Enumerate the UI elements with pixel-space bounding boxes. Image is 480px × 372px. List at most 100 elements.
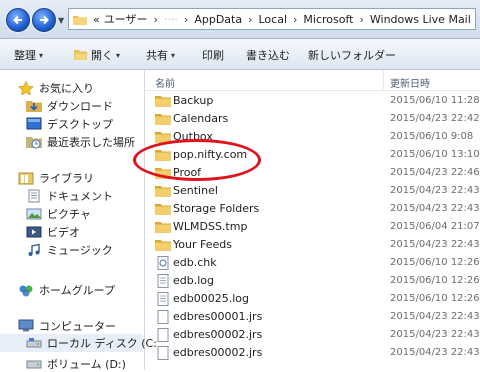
new-folder-label: 新しいフォルダー: [308, 49, 396, 62]
nav-libraries-label: ライブラリ: [39, 172, 94, 185]
share-button[interactable]: 共有 ▾: [146, 47, 175, 63]
desktop-icon: [26, 117, 42, 130]
music-icon: [28, 243, 40, 256]
breadcrumb-separator[interactable]: ›: [150, 13, 162, 26]
nav-videos[interactable]: ビデオ: [26, 224, 80, 240]
new-folder-button[interactable]: 新しいフォルダー: [308, 47, 396, 63]
nav-documents-label: ドキュメント: [47, 190, 113, 203]
file-name: edbres00002.jrs: [173, 328, 263, 341]
file-row[interactable]: Calendars 2015/04/23 22:42: [145, 110, 480, 128]
back-button[interactable]: [6, 8, 30, 32]
nav-documents[interactable]: ドキュメント: [26, 188, 113, 204]
column-header-date[interactable]: 更新日時: [390, 75, 430, 90]
folder-icon: [73, 15, 87, 25]
nav-pictures-label: ピクチャ: [47, 208, 91, 221]
folder-icon: [155, 94, 171, 108]
dropdown-arrow-icon: ▾: [39, 50, 44, 60]
breadcrumb-microsoft[interactable]: Microsoft: [301, 13, 355, 26]
burn-label: 書き込む: [246, 49, 290, 62]
file-row[interactable]: Backup 2015/06/10 11:28: [145, 92, 480, 110]
log-file-icon: [155, 292, 171, 306]
file-name: Calendars: [173, 112, 229, 125]
nav-homegroup[interactable]: ホームグループ: [18, 282, 115, 298]
file-row[interactable]: Sentinel 2015/04/23 22:43: [145, 182, 480, 200]
breadcrumb-windows-live-mail[interactable]: Windows Live Mail: [368, 13, 473, 26]
file-date: 2015/06/10 11:28: [390, 95, 480, 106]
column-header-name[interactable]: 名前: [155, 75, 175, 90]
nav-pictures[interactable]: ピクチャ: [26, 206, 91, 222]
file-name: edbres00002.jrs: [173, 346, 263, 359]
folder-open-icon: [74, 50, 88, 60]
open-button[interactable]: 開く ▾: [74, 47, 120, 63]
file-name: Your Feeds: [173, 238, 232, 251]
share-label: 共有: [146, 49, 168, 62]
computer-icon: [18, 319, 34, 332]
nav-music[interactable]: ミュージック: [26, 242, 113, 258]
back-arrow-icon: [13, 15, 22, 25]
file-date: 2015/04/23 22:43: [390, 329, 480, 340]
column-divider[interactable]: [383, 70, 384, 90]
nav-libraries[interactable]: ライブラリ: [18, 170, 94, 186]
file-date: 2015/04/23 22:43: [390, 311, 480, 322]
nav-favorites[interactable]: お気に入り: [18, 80, 94, 96]
file-row[interactable]: edb00025.log 2015/06/10 12:26: [145, 290, 480, 308]
folder-icon: [155, 238, 171, 252]
documents-icon: [28, 189, 40, 203]
file-date: 2015/04/23 22:43: [390, 347, 480, 358]
organize-label: 整理: [14, 49, 36, 62]
drive-icon: [26, 338, 42, 348]
breadcrumb-separator[interactable]: ›: [289, 13, 301, 26]
organize-button[interactable]: 整理 ▾: [14, 47, 43, 63]
print-button[interactable]: 印刷: [202, 47, 224, 63]
breadcrumb-users[interactable]: ユーザー: [102, 11, 150, 27]
nav-downloads[interactable]: ダウンロード: [26, 98, 113, 114]
file-date: 2015/06/10 12:26: [390, 257, 480, 268]
file-date: 2015/04/23 22:43: [390, 185, 480, 196]
breadcrumb-username[interactable]: ····: [162, 13, 180, 26]
file-date: 2015/04/23 22:43: [390, 239, 480, 250]
nav-recent-label: 最近表示した場所: [47, 136, 135, 149]
nav-music-label: ミュージック: [47, 244, 113, 257]
nav-homegroup-label: ホームグループ: [39, 284, 116, 297]
column-header-row: 名前 更新日時: [145, 70, 480, 91]
file-name: Sentinel: [173, 184, 218, 197]
breadcrumb[interactable]: « ユーザー › ···· › AppData › Local › Micros…: [68, 8, 476, 30]
breadcrumb-overflow[interactable]: «: [91, 13, 102, 26]
file-row[interactable]: WLMDSS.tmp 2015/06/04 21:07: [145, 218, 480, 236]
burn-button[interactable]: 書き込む: [246, 47, 290, 63]
folder-icon: [155, 112, 171, 126]
forward-button[interactable]: [32, 8, 56, 32]
folder-icon: [155, 184, 171, 198]
file-icon: [155, 310, 171, 324]
nav-desktop[interactable]: デスクトップ: [26, 116, 113, 132]
highlight-oval: [133, 139, 261, 181]
breadcrumb-separator[interactable]: ›: [244, 13, 256, 26]
dropdown-arrow-icon: ▾: [116, 50, 121, 60]
pictures-icon: [26, 208, 42, 220]
nav-computer[interactable]: コンピューター: [18, 318, 116, 334]
breadcrumb-separator[interactable]: ›: [355, 13, 367, 26]
file-row[interactable]: Storage Folders 2015/04/23 22:43: [145, 200, 480, 218]
file-row[interactable]: edbres00002.jrs 2015/04/23 22:43: [145, 344, 480, 362]
file-list: 名前 更新日時 Backup 2015/06/10 11:28 Calendars 2…: [145, 70, 480, 370]
file-row[interactable]: edb.log 2015/06/10 12:26: [145, 272, 480, 290]
breadcrumb-appdata[interactable]: AppData: [192, 13, 244, 26]
file-row[interactable]: Your Feeds 2015/04/23 22:43: [145, 236, 480, 254]
file-row[interactable]: edbres00002.jrs 2015/04/23 22:43: [145, 326, 480, 344]
open-label: 開く: [91, 49, 113, 62]
command-bar: 整理 ▾ 開く ▾ 共有 ▾ 印刷 書き込む 新しいフォルダー: [0, 39, 480, 70]
nav-local-disk-c[interactable]: ローカル ディスク (C:: [0, 334, 157, 352]
file-row[interactable]: edb.chk 2015/06/10 12:26: [145, 254, 480, 272]
recent-places-icon: [26, 137, 42, 149]
downloads-icon: [26, 101, 42, 112]
nav-computer-label: コンピューター: [39, 320, 116, 333]
folder-icon: [155, 220, 171, 234]
breadcrumb-separator[interactable]: ›: [180, 13, 192, 26]
dropdown-arrow-icon: ▾: [171, 50, 176, 60]
file-name: Backup: [173, 94, 214, 107]
breadcrumb-local[interactable]: Local: [257, 13, 290, 26]
nav-recent-places[interactable]: 最近表示した場所: [26, 134, 135, 150]
history-dropdown-icon[interactable]: ▼: [58, 16, 64, 25]
file-row[interactable]: edbres00001.jrs 2015/04/23 22:43: [145, 308, 480, 326]
nav-local-disk-label: ローカル ディスク (C:: [47, 337, 157, 350]
